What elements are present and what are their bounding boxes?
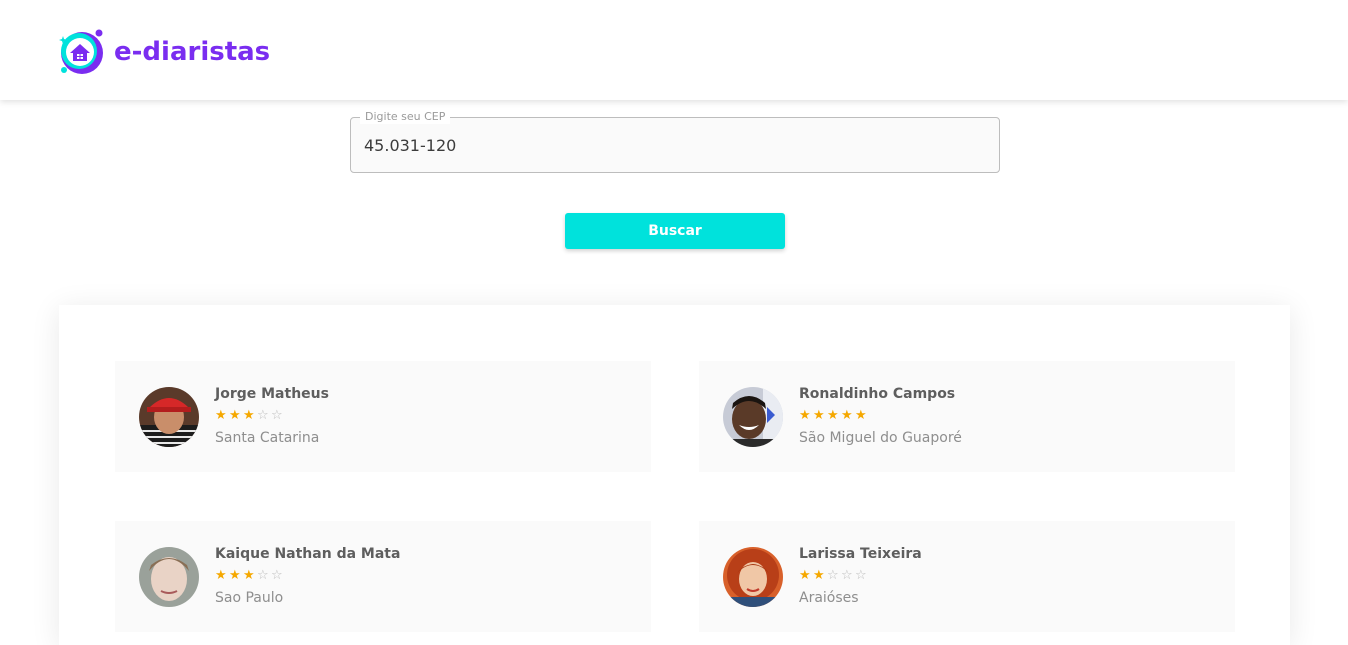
result-card[interactable]: Larissa Teixeira ★ ★ ☆ ☆ ☆ Araióses	[699, 521, 1235, 632]
star-empty-icon: ☆	[271, 568, 283, 583]
card-name: Kaique Nathan da Mata	[215, 546, 401, 562]
star-filled-icon: ★	[841, 408, 853, 423]
star-empty-icon: ☆	[271, 408, 283, 423]
cep-field[interactable]: Digite seu CEP	[350, 110, 1000, 173]
star-filled-icon: ★	[215, 568, 227, 583]
result-card[interactable]: Jorge Matheus ★ ★ ★ ☆ ☆ Santa Catarina	[115, 361, 651, 472]
star-empty-icon: ☆	[257, 568, 269, 583]
person-avatar-icon	[139, 387, 199, 447]
star-filled-icon: ★	[229, 408, 241, 423]
results-panel: Jorge Matheus ★ ★ ★ ☆ ☆ Santa Catarina Ronal…	[59, 305, 1290, 645]
card-city: Sao Paulo	[215, 590, 284, 606]
avatar	[139, 387, 199, 447]
star-filled-icon: ★	[215, 408, 227, 423]
cep-input[interactable]	[351, 118, 999, 172]
star-empty-icon: ☆	[855, 568, 867, 583]
star-filled-icon: ★	[827, 408, 839, 423]
search-button[interactable]: Buscar	[565, 213, 785, 249]
star-filled-icon: ★	[799, 408, 811, 423]
star-filled-icon: ★	[813, 408, 825, 423]
avatar	[723, 387, 783, 447]
person-avatar-icon	[139, 547, 199, 607]
rating-stars: ★ ★ ★ ☆ ☆	[215, 568, 285, 584]
card-city: Araióses	[799, 590, 859, 606]
logo[interactable]: e-diaristas	[58, 27, 270, 77]
avatar	[723, 547, 783, 607]
star-empty-icon: ☆	[827, 568, 839, 583]
star-filled-icon: ★	[229, 568, 241, 583]
card-city: São Miguel do Guaporé	[799, 430, 962, 446]
rating-stars: ★ ★ ★ ★ ★	[799, 408, 869, 424]
star-empty-icon: ☆	[841, 568, 853, 583]
star-filled-icon: ★	[243, 568, 255, 583]
rating-stars: ★ ★ ★ ☆ ☆	[215, 408, 285, 424]
card-city: Santa Catarina	[215, 430, 320, 446]
app-header: e-diaristas	[0, 0, 1348, 100]
card-name: Jorge Matheus	[215, 386, 329, 402]
star-filled-icon: ★	[243, 408, 255, 423]
card-name: Larissa Teixeira	[799, 546, 922, 562]
star-filled-icon: ★	[799, 568, 811, 583]
rating-stars: ★ ★ ☆ ☆ ☆	[799, 568, 869, 584]
house-sparkle-icon	[59, 29, 103, 74]
star-empty-icon: ☆	[257, 408, 269, 423]
star-filled-icon: ★	[813, 568, 825, 583]
person-avatar-icon	[723, 547, 783, 607]
star-filled-icon: ★	[855, 408, 867, 423]
brand-name: e-diaristas	[114, 37, 271, 67]
avatar	[139, 547, 199, 607]
person-avatar-icon	[723, 387, 783, 447]
result-card[interactable]: Ronaldinho Campos ★ ★ ★ ★ ★ São Miguel do Gu…	[699, 361, 1235, 472]
result-card[interactable]: Kaique Nathan da Mata ★ ★ ★ ☆ ☆ Sao Paulo	[115, 521, 651, 632]
card-name: Ronaldinho Campos	[799, 386, 956, 402]
